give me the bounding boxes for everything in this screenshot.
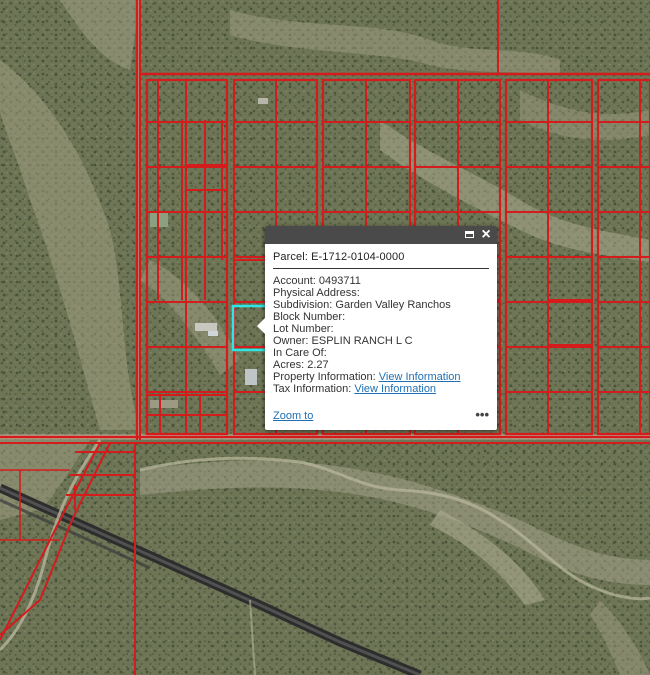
link-list: Property Information: View Information Ta… [273, 371, 489, 395]
attribute-label: Owner: [273, 335, 309, 347]
popup-body: Parcel: E-1712-0104-0000 Account: 049371… [265, 244, 497, 395]
link-row: Tax Information: View Information [273, 383, 489, 395]
attribute-value: ESPLIN RANCH L C [311, 335, 413, 347]
parcel-popup: × Parcel: E-1712-0104-0000 Account: 0493… [257, 226, 497, 430]
attribute-label: Subdivision: [273, 299, 333, 311]
attribute-label: Account: [273, 275, 316, 287]
view-information-link[interactable]: View Information [354, 383, 436, 395]
attribute-label: Physical Address: [273, 287, 360, 299]
zoom-to-link[interactable]: Zoom to [273, 410, 313, 422]
link-label: Property Information: [273, 371, 376, 383]
link-row: Property Information: View Information [273, 371, 489, 383]
link-label: Tax Information: [273, 383, 352, 395]
attribute-list: Account: 0493711 Physical Address: Subdiv… [273, 275, 489, 371]
maximize-icon[interactable] [463, 228, 477, 242]
attribute-label: In Care Of: [273, 347, 327, 359]
attribute-row: Block Number: [273, 311, 489, 323]
attribute-label: Block Number: [273, 311, 346, 323]
popup-pointer [257, 318, 265, 334]
attribute-row: Lot Number: [273, 323, 489, 335]
popup-header: × [265, 226, 497, 244]
popup-footer: Zoom to ••• [273, 407, 489, 424]
attribute-row: Acres: 2.27 [273, 359, 489, 371]
attribute-row: Account: 0493711 [273, 275, 489, 287]
attribute-label: Acres: [273, 359, 305, 371]
attribute-value: 2.27 [307, 359, 329, 371]
popup-title: Parcel: E-1712-0104-0000 [273, 251, 489, 269]
view-information-link[interactable]: View Information [379, 371, 461, 383]
attribute-row: Owner: ESPLIN RANCH L C [273, 335, 489, 347]
close-icon[interactable]: × [479, 227, 493, 243]
attribute-row: Physical Address: [273, 287, 489, 299]
attribute-row: Subdivision: Garden Valley Ranchos [273, 299, 489, 311]
attribute-value: Garden Valley Ranchos [335, 299, 451, 311]
attribute-label: Lot Number: [273, 323, 334, 335]
attribute-value: 0493711 [318, 275, 361, 287]
more-options-icon[interactable]: ••• [475, 407, 489, 422]
attribute-row: In Care Of: [273, 347, 489, 359]
